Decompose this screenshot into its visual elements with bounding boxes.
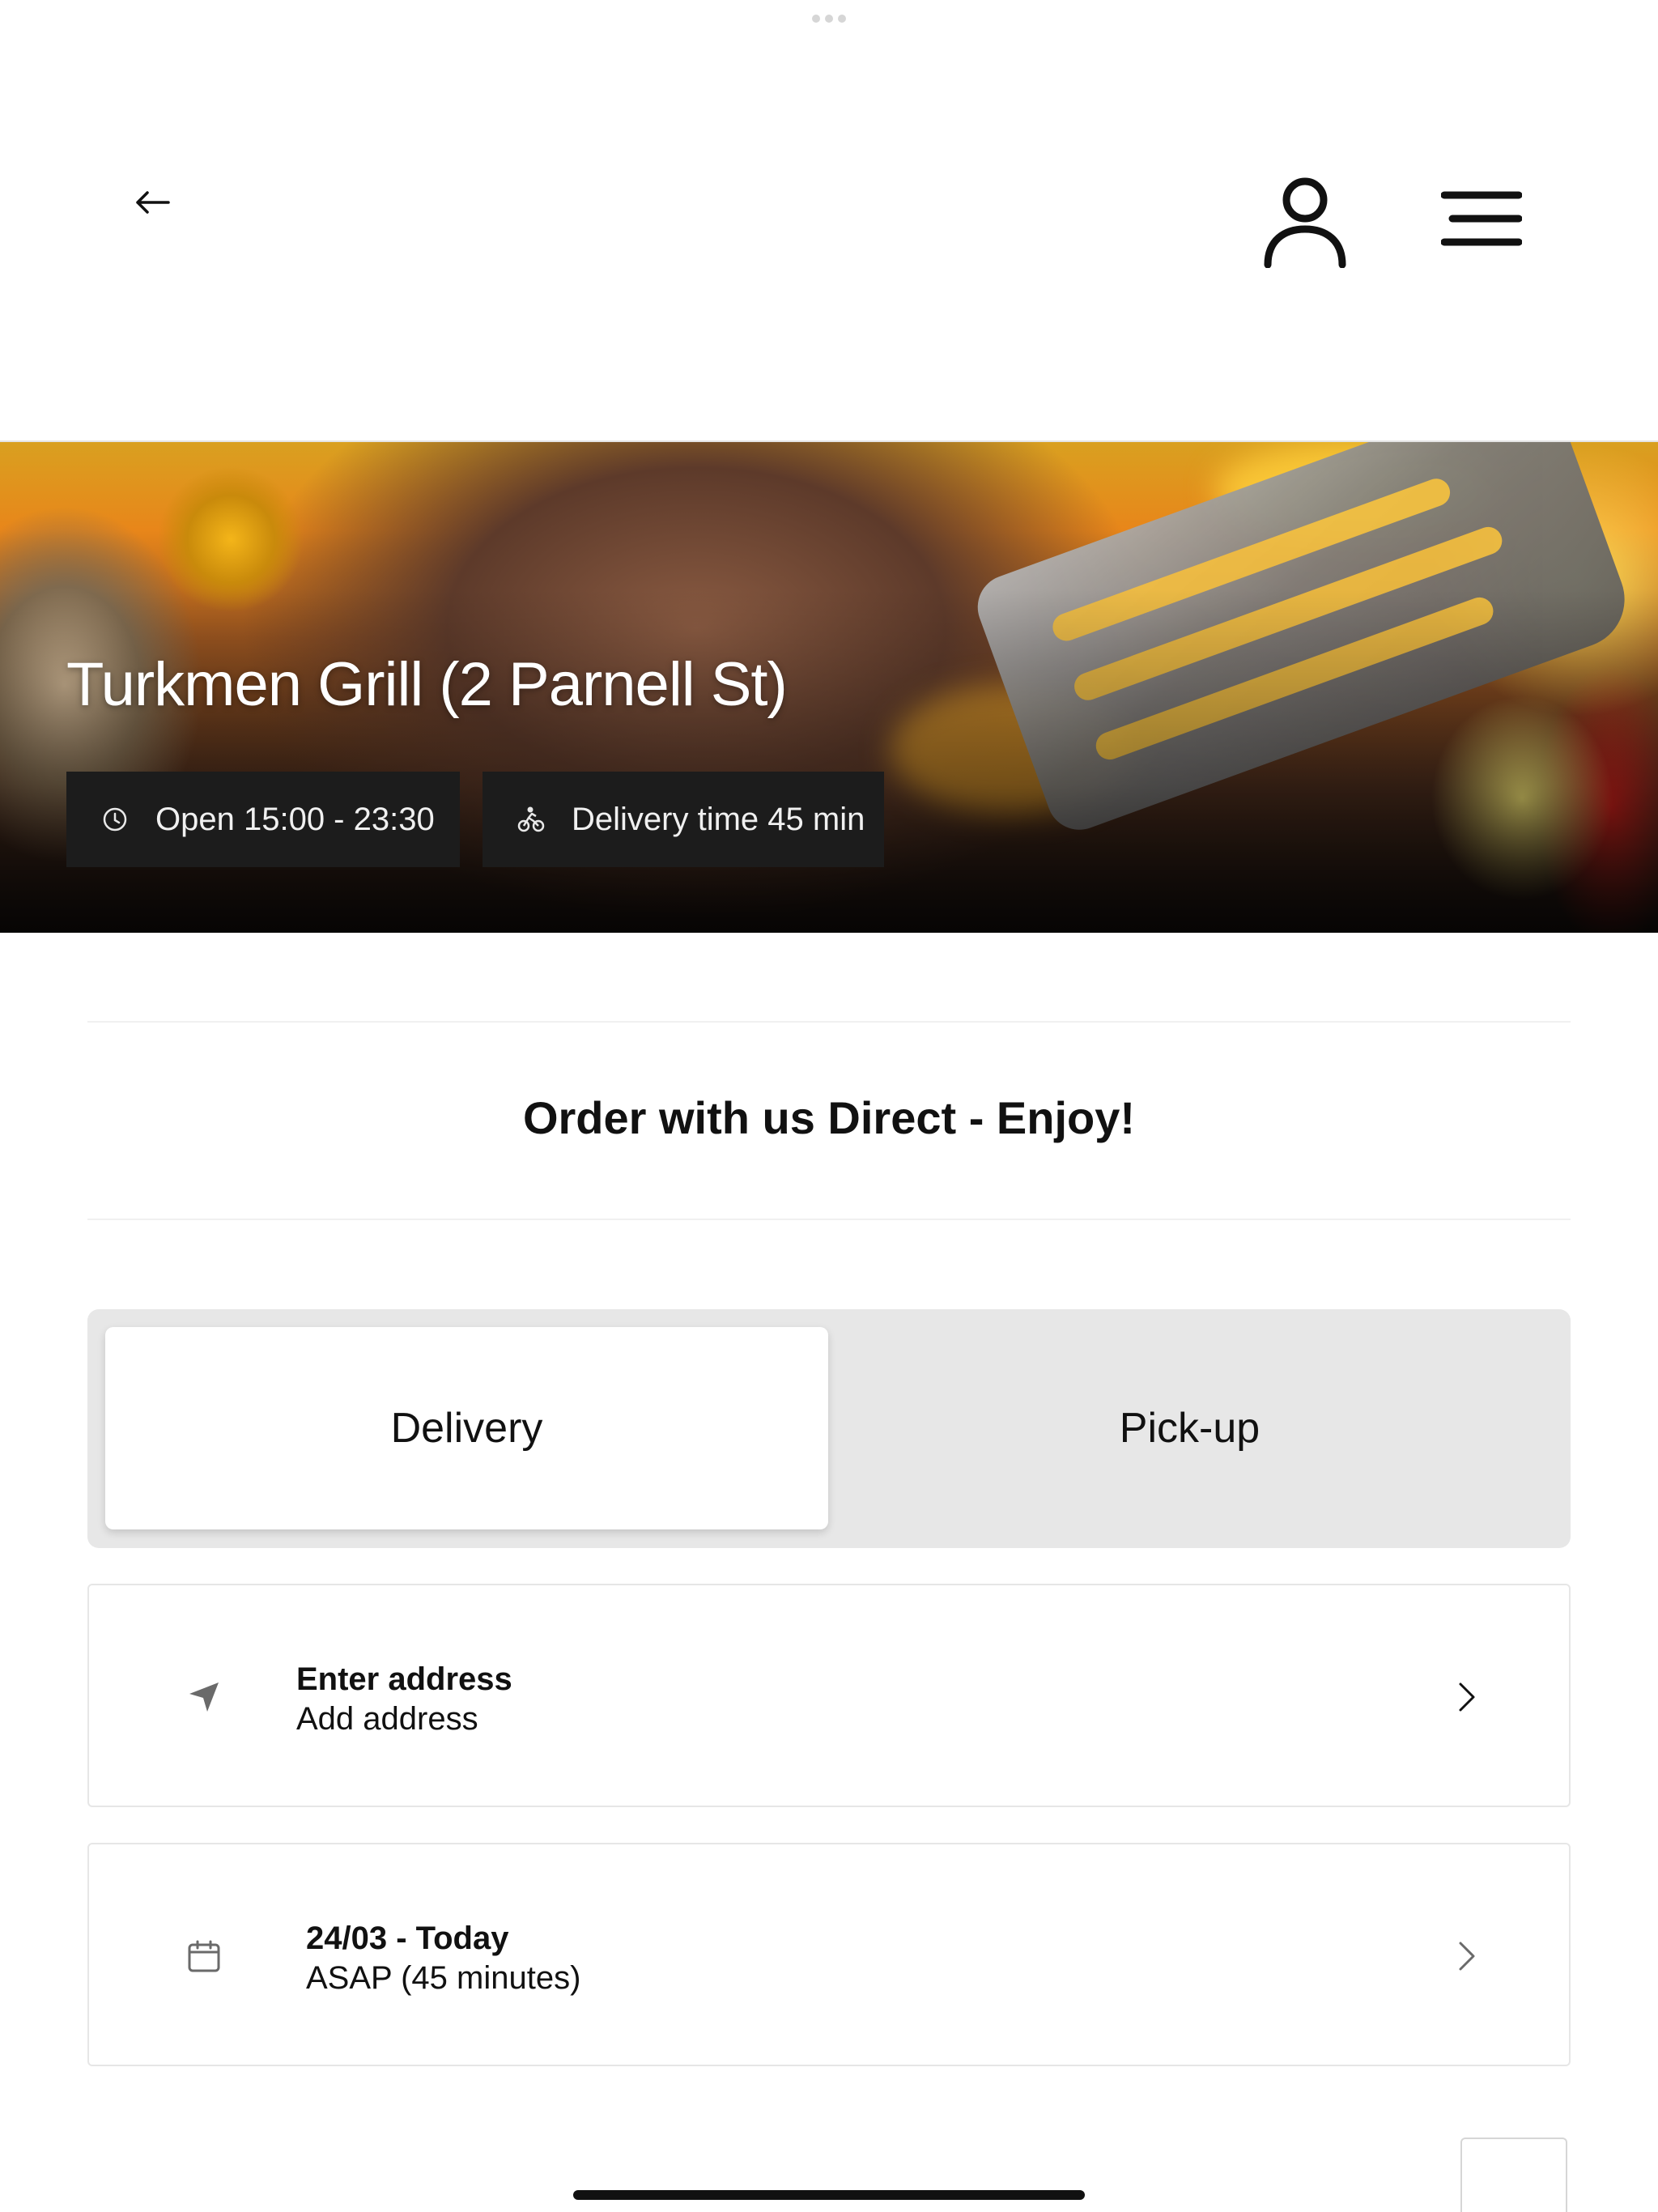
divider [87,1219,1571,1220]
partial-card [1460,2138,1567,2212]
arrow-left-icon [136,191,170,214]
chevron-right-icon [1443,1925,1491,1987]
opening-hours-text: Open 15:00 - 23:30 [155,801,435,837]
hamburger-menu-icon [1441,191,1522,246]
bicycle-courier-icon [515,803,547,836]
menu-button[interactable] [1433,178,1530,259]
address-subtitle: Add address [296,1701,478,1737]
address-title: Enter address [296,1661,512,1697]
profile-button[interactable] [1256,170,1354,275]
order-type-toggle: Delivery Pick-up [87,1309,1571,1548]
promo-slogan: Order with us Direct - Enjoy! [522,1092,1136,1143]
sheet-grabber[interactable] [812,15,846,23]
user-icon [1264,177,1346,268]
opening-hours-chip: Open 15:00 - 23:30 [66,772,460,867]
divider [87,1021,1571,1023]
calendar-icon [180,1932,228,1980]
clock-icon [99,803,131,836]
delivery-time-selector[interactable]: 24/03 - Today ASAP (45 minutes) [87,1843,1571,2066]
home-indicator [573,2190,1085,2200]
schedule-date: 24/03 - Today [306,1921,509,1956]
address-selector[interactable]: Enter address Add address [87,1584,1571,1807]
chevron-right-icon [1443,1666,1491,1728]
schedule-time: ASAP (45 minutes) [306,1960,581,1996]
back-button[interactable] [130,180,175,225]
delivery-tab[interactable]: Delivery [105,1327,828,1529]
delivery-time-text: Delivery time 45 min [572,801,865,837]
location-arrow-icon [180,1673,228,1721]
delivery-time-chip: Delivery time 45 min [483,772,884,867]
pickup-tab[interactable]: Pick-up [828,1327,1551,1529]
restaurant-title: Turkmen Grill (2 Parnell St) [66,650,788,719]
hero-banner: Turkmen Grill (2 Parnell St) Open 15:00 … [0,442,1658,933]
